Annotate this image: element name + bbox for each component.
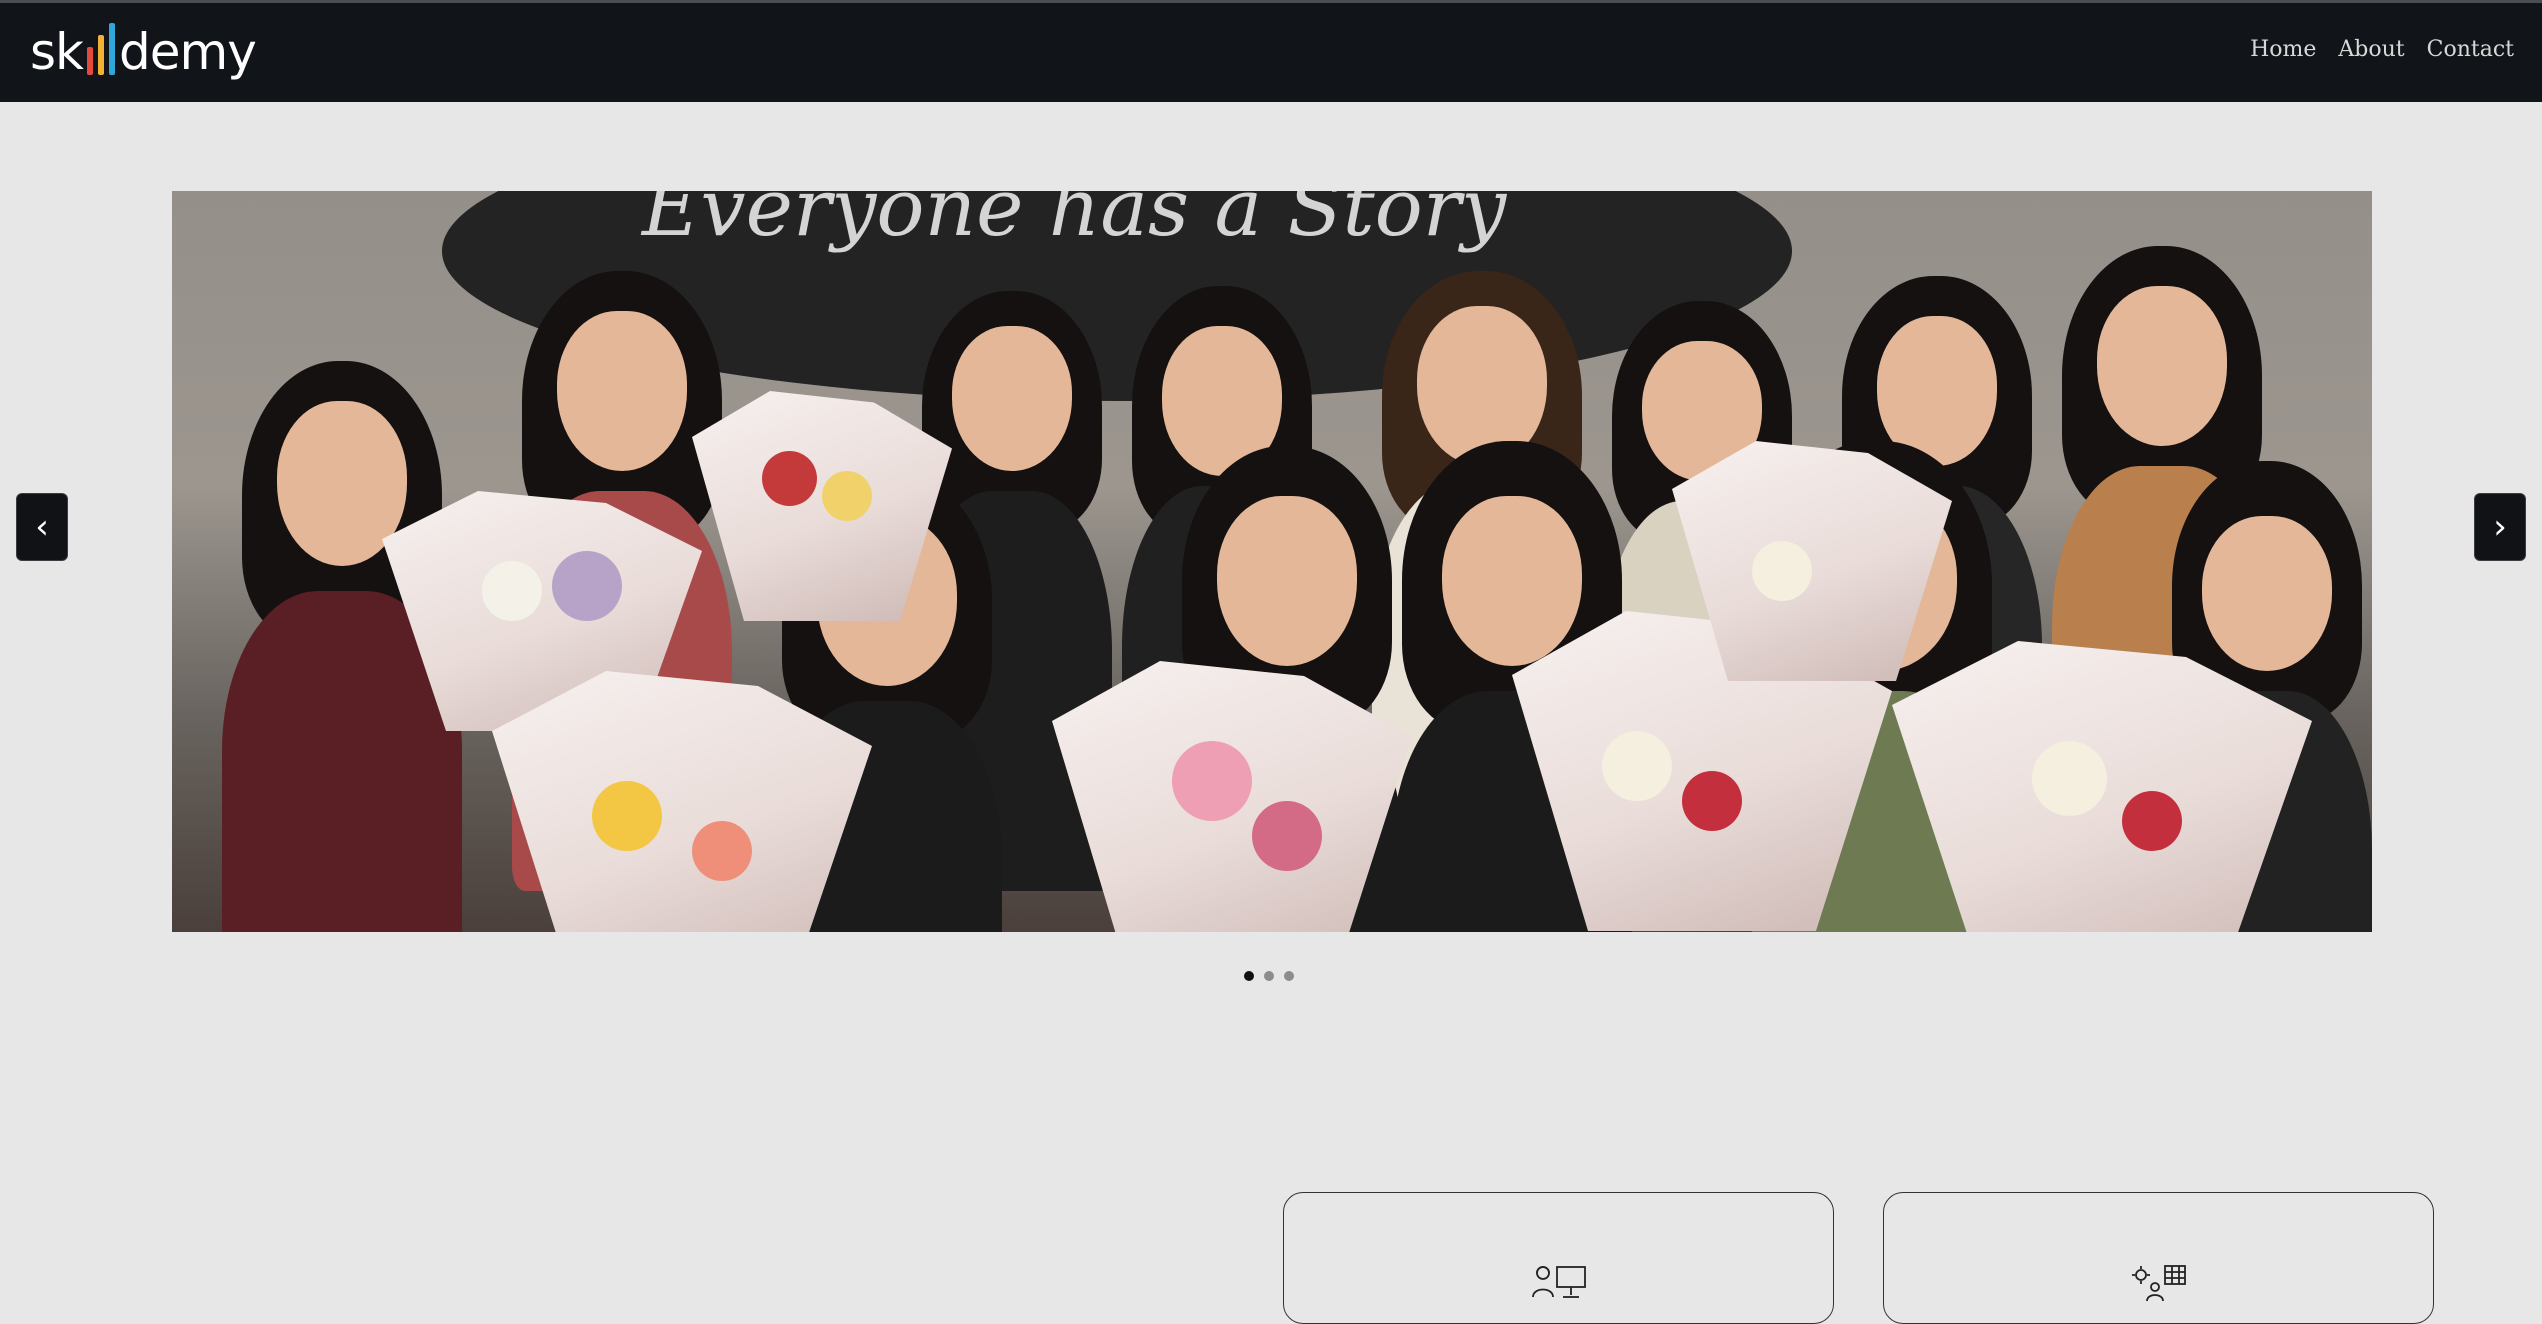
support-presentation-icon xyxy=(1532,1266,1586,1298)
carousel-prev-button[interactable]: ‹ xyxy=(16,493,68,561)
nav-link-home[interactable]: Home xyxy=(2250,37,2316,62)
navbar: sk demy Home About Contact xyxy=(0,3,2542,102)
nav-link-contact[interactable]: Contact xyxy=(2427,37,2514,62)
carousel-dot-1[interactable] xyxy=(1244,971,1254,981)
carousel-dot-2[interactable] xyxy=(1264,971,1274,981)
carousel-slide-photo: Everyone has a Story xyxy=(172,191,2372,932)
brand-name-suffix: demy xyxy=(119,23,257,81)
feature-card-2[interactable] xyxy=(1883,1192,2434,1324)
feature-card-1[interactable] xyxy=(1283,1192,1834,1324)
photo-wall-script-text: Everyone has a Story xyxy=(642,191,1507,254)
carousel-indicators xyxy=(1244,971,1294,981)
nav-link-about[interactable]: About xyxy=(2338,37,2404,62)
settings-grid-icon xyxy=(2132,1265,2186,1302)
hero-carousel[interactable]: Everyone has a Story xyxy=(172,191,2372,932)
nav-links: Home About Contact xyxy=(2250,37,2514,62)
carousel-dot-3[interactable] xyxy=(1284,971,1294,981)
carousel-next-button[interactable]: › xyxy=(2474,493,2526,561)
brand-name-prefix: sk xyxy=(30,23,84,81)
logo-bars-icon xyxy=(87,23,116,75)
brand-logo[interactable]: sk demy xyxy=(30,17,257,87)
